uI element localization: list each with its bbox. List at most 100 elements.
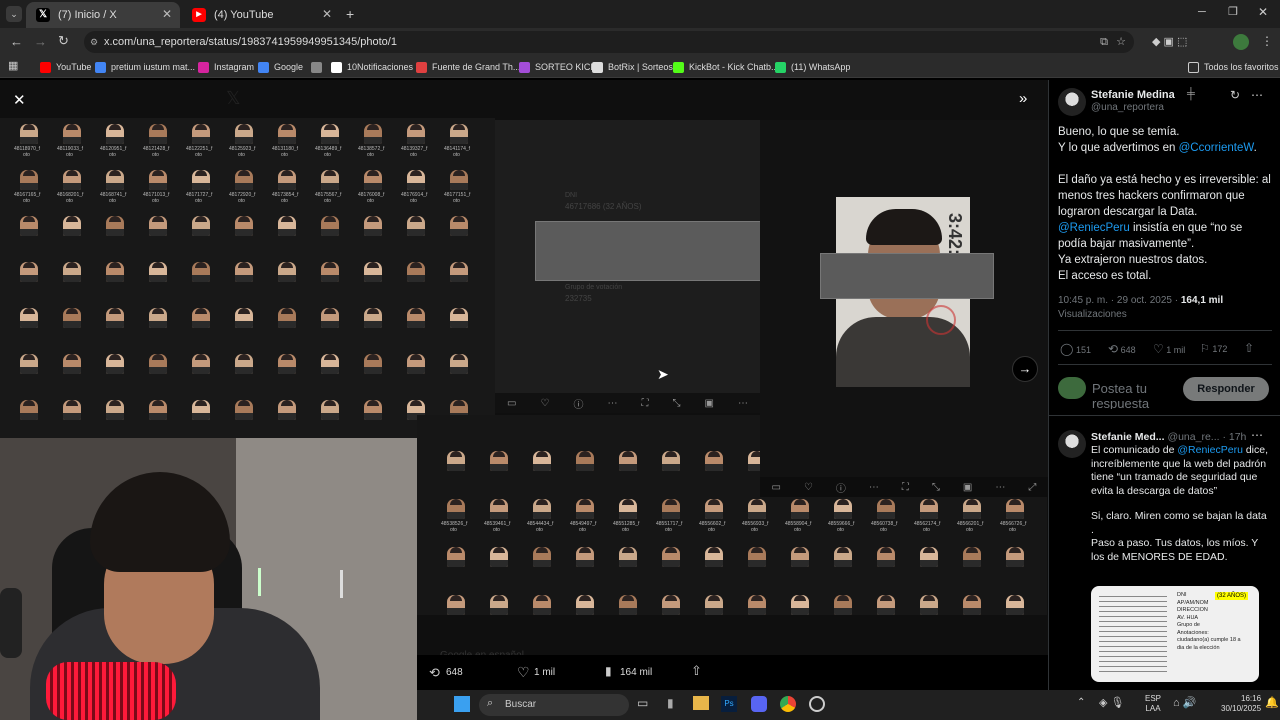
tray-icons[interactable]: ◈ 🎙 [1099, 696, 1124, 709]
bookmark-item[interactable]: SORTEO KICK [519, 59, 596, 75]
discord-icon[interactable] [751, 696, 767, 712]
bookmark-star-icon[interactable]: ☆ [1116, 31, 1126, 53]
site-info-icon[interactable]: ⚙ [90, 31, 98, 53]
group-label: Grupo de votación [565, 284, 623, 291]
screen-icon[interactable]: ▣ [963, 482, 972, 493]
restore-button[interactable]: ❐ [1228, 5, 1238, 18]
tab-youtube[interactable]: ▶ (4) YouTube ✕ [182, 2, 340, 28]
my-avatar [1058, 377, 1086, 399]
reply-avatar[interactable] [1058, 430, 1086, 458]
language-indicator[interactable]: ESP LAA [1145, 694, 1161, 714]
network-volume-icon[interactable]: ⌂ 🔊 [1173, 696, 1196, 709]
reply-input[interactable]: Postea tu respuesta [1092, 381, 1180, 409]
obs-icon[interactable] [809, 696, 825, 712]
reply-handle[interactable]: @una_re... [1167, 431, 1219, 443]
all-bookmarks[interactable]: Todos los favoritos [1188, 59, 1279, 75]
reply-image[interactable]: (32 AÑOS) DNI AP/AM/NOM DIRECCION AV. HUA Gr… [1091, 586, 1259, 682]
bookmark-item[interactable]: YouTube [40, 59, 91, 75]
bookmark-item[interactable]: Fuente de Grand Th... [416, 59, 520, 75]
reply-action[interactable]: ◯ 151 [1060, 342, 1091, 356]
reply-author-name[interactable]: Stefanie Med... [1091, 431, 1165, 443]
more-icon[interactable]: ⋯ [869, 482, 879, 493]
bookmark-action[interactable]: ⚐ 172 [1200, 342, 1227, 355]
post-time[interactable]: 10:45 p. m. · 29 oct. 2025 [1058, 295, 1172, 306]
close-window-button[interactable]: ✕ [1258, 5, 1268, 19]
taskbar-search[interactable]: ⌕ Buscar [479, 694, 629, 716]
heart-icon[interactable]: ♡ [517, 664, 530, 681]
windows-start-icon[interactable] [454, 696, 470, 712]
collapse-panel-icon[interactable]: » [1019, 90, 1027, 107]
tab-inicio-x[interactable]: 𝕏 (7) Inicio / X ✕ [26, 2, 180, 28]
more-icon[interactable]: ⋯ [607, 398, 617, 409]
share-icon[interactable]: ⇧ [1244, 341, 1254, 355]
screen-icon[interactable]: ▣ [705, 398, 714, 409]
id-thumbnail [791, 499, 809, 519]
person-hair [866, 209, 942, 245]
chrome-icon[interactable] [780, 696, 796, 712]
share-icon[interactable]: ⇧ [691, 663, 702, 679]
mention-link[interactable]: @ReniecPeru [1177, 444, 1243, 456]
like-action[interactable]: ♡ 1 mil [1153, 342, 1185, 356]
crop-icon[interactable]: ⤡ [932, 482, 940, 493]
retweet-action[interactable]: ⟲ 648 [1108, 342, 1136, 356]
author-avatar[interactable] [1058, 88, 1086, 116]
caption-icon[interactable]: ▭ [772, 482, 781, 493]
clock[interactable]: 16:16 30/10/2025 [1221, 694, 1261, 714]
heart-icon[interactable]: ♡ [540, 398, 549, 409]
thumb-label: Anotaciones: [1177, 629, 1209, 636]
bookmark-item[interactable]: pretium iustum mat... [95, 59, 195, 75]
author-handle[interactable]: @una_reportera [1091, 102, 1164, 113]
new-tab-button[interactable]: + [346, 6, 354, 22]
profile-avatar[interactable] [1233, 34, 1249, 50]
more-icon[interactable]: ⋯ [995, 482, 1005, 493]
photoshop-icon[interactable]: Ps [721, 696, 737, 712]
bookmark-item[interactable]: KickBot - Kick Chatb... [673, 59, 779, 75]
grok-icon[interactable]: ↻ [1230, 88, 1240, 102]
bookmark-item[interactable]: Instagram [198, 59, 254, 75]
bookmark-item[interactable]: 10Notificaciones [331, 59, 413, 75]
fit-icon[interactable]: ⛶ [641, 398, 648, 409]
caption-icon[interactable]: ▭ [507, 398, 516, 409]
crop-icon[interactable]: ⤡ [673, 398, 681, 409]
info-icon[interactable]: ⓘ [836, 480, 846, 495]
more-options-icon[interactable]: ⋯ [1251, 88, 1263, 102]
bookmark-item[interactable]: (11) WhatsApp [775, 59, 850, 75]
extensions-icon[interactable]: ◆ ▣ ⬚ [1152, 35, 1187, 48]
bookmark-item[interactable] [311, 59, 327, 75]
notification-icon[interactable]: 🔔 [1265, 696, 1279, 709]
id-thumbnail [63, 124, 81, 144]
task-view-icon[interactable]: ▭ [637, 696, 648, 710]
retweet-icon[interactable]: ⟲ [429, 665, 440, 681]
author-name[interactable]: Stefanie Medina [1091, 89, 1175, 101]
tray-chevron-icon[interactable]: ⌃ [1077, 697, 1085, 708]
reply-more-icon[interactable]: ⋯ [1251, 428, 1263, 442]
id-caption-suffix: oto [453, 198, 460, 204]
back-icon[interactable]: ← [10, 34, 23, 49]
expand-icon[interactable]: ⤢ [1028, 482, 1036, 493]
menu-icon[interactable]: ⋮ [1261, 34, 1273, 48]
more-icon[interactable]: ⋯ [738, 398, 748, 409]
file-explorer-icon[interactable] [693, 696, 709, 710]
app-icon[interactable]: ▮ [667, 696, 674, 710]
forward-icon[interactable]: → [34, 34, 47, 49]
mention-link[interactable]: @ReniecPeru [1058, 222, 1130, 234]
close-viewer-icon[interactable]: ✕ [13, 91, 26, 109]
bookmark-item[interactable]: Google [258, 59, 303, 75]
apps-icon[interactable]: ▦ [8, 59, 18, 72]
heart-icon[interactable]: ♡ [804, 482, 813, 493]
reload-icon[interactable]: ↻ [58, 33, 69, 49]
address-bar[interactable]: ⚙ x.com/una_reportera/status/19837419599… [84, 31, 1134, 53]
tab-list-button[interactable]: ⌄ [6, 6, 22, 22]
next-image-button[interactable]: → [1012, 356, 1038, 382]
info-icon[interactable]: ⓘ [573, 396, 583, 411]
close-tab-icon[interactable]: ✕ [162, 7, 172, 21]
close-tab-icon[interactable]: ✕ [322, 7, 332, 21]
mention-link[interactable]: @CcorrienteW [1179, 142, 1254, 154]
minimize-button[interactable]: ─ [1198, 6, 1206, 18]
reply-button[interactable]: Responder [1183, 377, 1269, 401]
bookmark-item[interactable]: BotRix | Sorteos [592, 59, 673, 75]
bookmark-label: SORTEO KICK [535, 62, 597, 72]
fit-icon[interactable]: ⛶ [902, 482, 909, 493]
install-icon[interactable]: ⧉ [1100, 31, 1108, 53]
id-thumbnail [192, 262, 210, 282]
